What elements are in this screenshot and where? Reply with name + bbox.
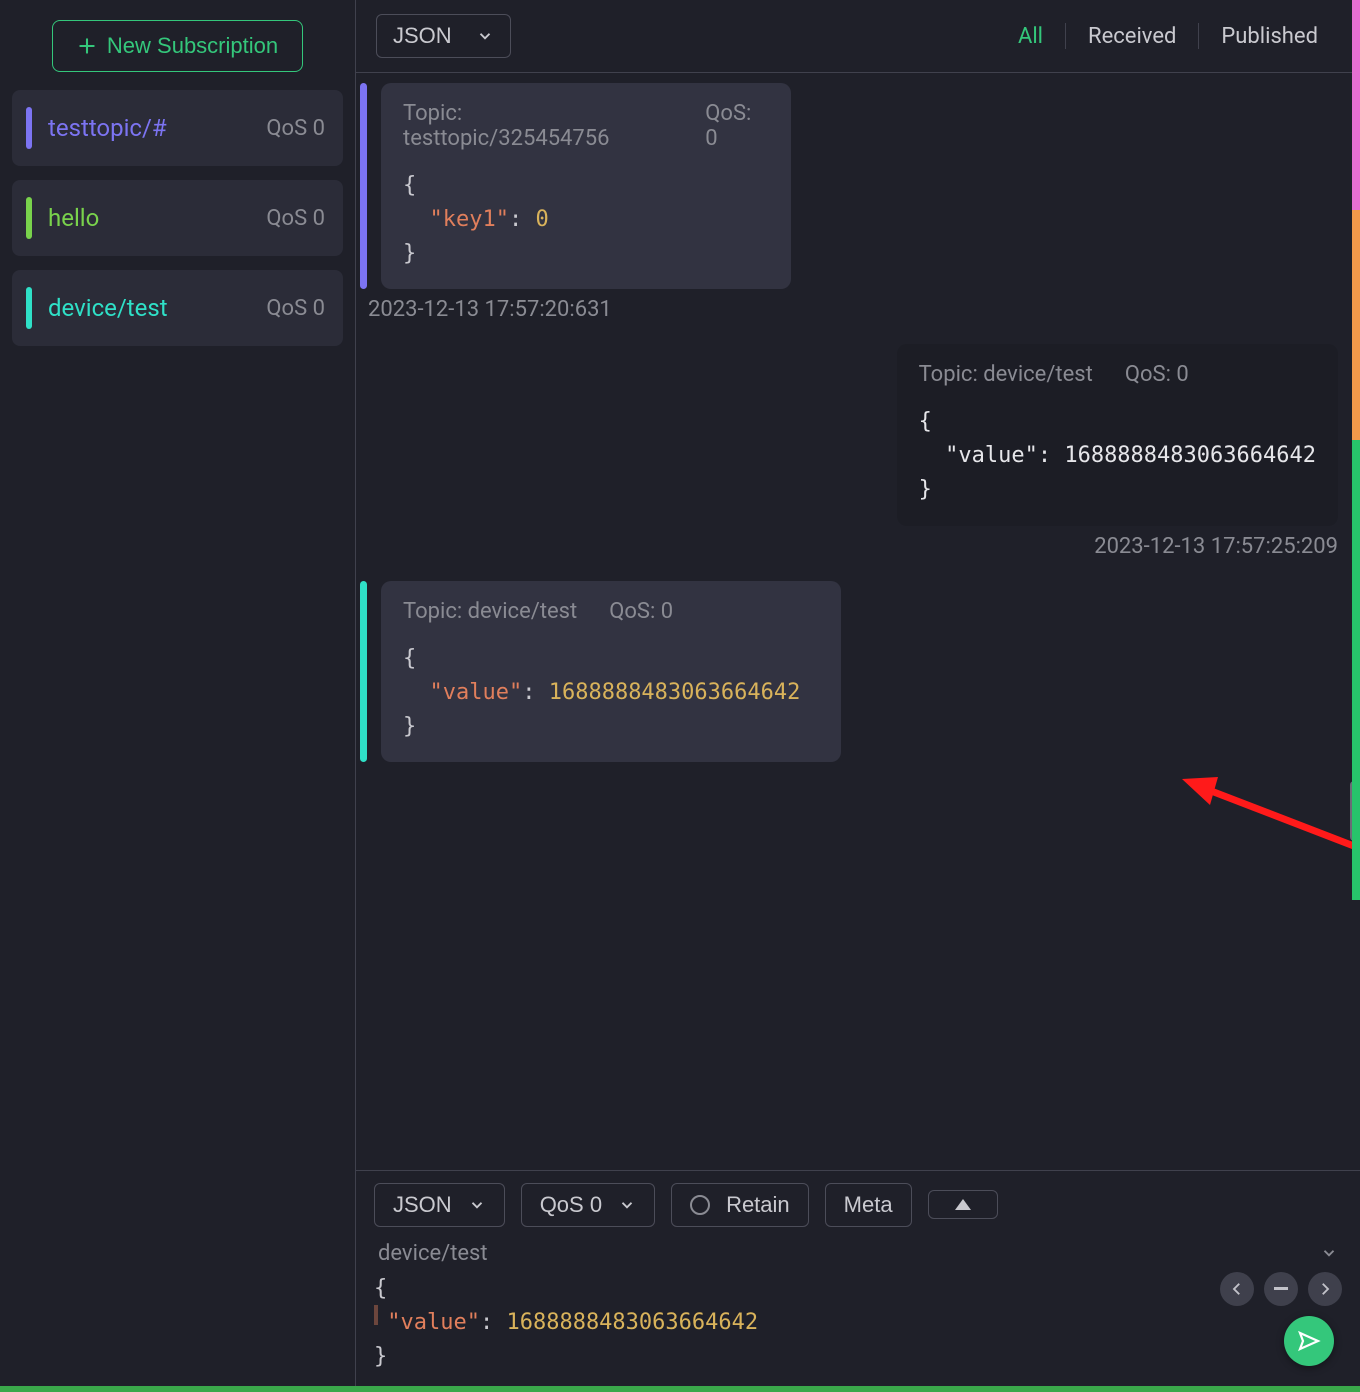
color-bar <box>26 287 32 329</box>
subscription-topic: device/test <box>48 294 266 322</box>
message-body: { "key1": 0 } <box>403 169 769 271</box>
message: Topic: device/test QoS: 0 { "value": 168… <box>360 344 1342 580</box>
history-clear-button[interactable] <box>1264 1272 1298 1306</box>
subscription-item[interactable]: device/test QoS 0 <box>12 270 343 346</box>
message-qos: QoS: 0 <box>609 599 673 624</box>
color-bar <box>26 197 32 239</box>
editor-gutter-mark <box>374 1305 378 1325</box>
message-bubble[interactable]: Topic: device/test QoS: 0 { "value": 168… <box>381 581 841 762</box>
annotation-arrow-icon <box>1182 753 1360 863</box>
received-message: Topic: device/test QoS: 0 { "value": 168… <box>360 581 1342 762</box>
window-edge-strip <box>1352 0 1360 210</box>
filter-all[interactable]: All <box>996 24 1065 49</box>
received-message: Topic: testtopic/325454756 QoS: 0 { "key… <box>360 83 1342 289</box>
compose-format-dropdown[interactable]: JSON <box>374 1183 505 1227</box>
compose-format-value: JSON <box>393 1192 452 1218</box>
sent-message: Topic: device/test QoS: 0 { "value": 168… <box>897 344 1338 525</box>
window-edge-strip <box>1352 210 1360 440</box>
message: Topic: device/test QoS: 0 { "value": 168… <box>360 581 1342 762</box>
message-topic: Topic: testtopic/325454756 <box>403 101 673 151</box>
subscriptions-sidebar: New Subscription testtopic/# QoS 0 hello… <box>0 0 356 1392</box>
topic-stripe <box>360 83 367 289</box>
messages-area[interactable]: Topic: testtopic/325454756 QoS: 0 { "key… <box>356 73 1360 1170</box>
message-header: Topic: device/test QoS: 0 <box>919 362 1316 387</box>
subscription-topic: hello <box>48 204 266 232</box>
format-dropdown-value: JSON <box>393 23 452 49</box>
message-timestamp: 2023-12-13 17:57:20:631 <box>368 297 1342 322</box>
message-topic: Topic: device/test <box>919 362 1093 387</box>
subscription-item[interactable]: testtopic/# QoS 0 <box>12 90 343 166</box>
filter-published[interactable]: Published <box>1199 24 1340 49</box>
topic-stripe <box>360 581 367 762</box>
filter-received[interactable]: Received <box>1066 24 1198 49</box>
chevron-down-icon <box>618 1196 636 1214</box>
message-qos: QoS: 0 <box>705 101 769 151</box>
subscription-qos: QoS 0 <box>266 296 325 321</box>
new-subscription-button[interactable]: New Subscription <box>52 20 303 72</box>
meta-button[interactable]: Meta <box>825 1183 912 1227</box>
message-topic: Topic: device/test <box>403 599 577 624</box>
subscription-topic: testtopic/# <box>48 114 266 142</box>
history-prev-button[interactable] <box>1220 1272 1254 1306</box>
retain-toggle[interactable]: Retain <box>671 1183 809 1227</box>
message-bubble[interactable]: Topic: testtopic/325454756 QoS: 0 { "key… <box>381 83 791 289</box>
chevron-down-icon <box>1320 1244 1338 1262</box>
message-body: { "value": 1688888483063664642 } <box>919 405 1316 507</box>
payload-code: { "value": 1688888483063664642 } <box>374 1272 1342 1374</box>
compose-toolbar: JSON QoS 0 Retain Meta <box>374 1183 1342 1227</box>
send-button[interactable] <box>1284 1316 1334 1366</box>
minus-icon <box>1274 1287 1288 1290</box>
format-dropdown[interactable]: JSON <box>376 14 511 58</box>
message-qos: QoS: 0 <box>1125 362 1189 387</box>
chevron-down-icon <box>468 1196 486 1214</box>
color-bar <box>26 107 32 149</box>
send-icon <box>1297 1329 1321 1353</box>
app-root: New Subscription testtopic/# QoS 0 hello… <box>0 0 1360 1392</box>
expand-button[interactable] <box>928 1190 998 1219</box>
plus-icon <box>77 36 97 56</box>
subscription-qos: QoS 0 <box>266 206 325 231</box>
chevron-down-icon <box>476 27 494 45</box>
compose-qos-dropdown[interactable]: QoS 0 <box>521 1183 655 1227</box>
main-panel: JSON All Received Published Topic: testt… <box>356 0 1360 1392</box>
triangle-up-icon <box>955 1199 971 1210</box>
editor-history-buttons <box>1220 1272 1342 1306</box>
message-header: Topic: testtopic/325454756 QoS: 0 <box>403 101 769 151</box>
message-header: Topic: device/test QoS: 0 <box>403 599 819 624</box>
message: Topic: testtopic/325454756 QoS: 0 { "key… <box>360 83 1342 344</box>
radio-icon <box>690 1195 710 1215</box>
history-next-button[interactable] <box>1308 1272 1342 1306</box>
payload-editor[interactable]: { "value": 1688888483063664642 } <box>374 1272 1342 1374</box>
compose-topic-row[interactable]: device/test <box>374 1227 1342 1272</box>
window-bottom-bar <box>0 1386 1360 1392</box>
new-subscription-label: New Subscription <box>107 33 278 59</box>
message-timestamp: 2023-12-13 17:57:25:209 <box>360 534 1338 559</box>
compose-panel: JSON QoS 0 Retain Meta <box>356 1170 1360 1392</box>
retain-label: Retain <box>726 1192 790 1218</box>
subscription-item[interactable]: hello QoS 0 <box>12 180 343 256</box>
message-filter-tabs: All Received Published <box>996 23 1340 49</box>
message-body: { "value": 1688888483063664642 } <box>403 642 819 744</box>
compose-qos-value: QoS 0 <box>540 1192 602 1218</box>
subscription-qos: QoS 0 <box>266 116 325 141</box>
message-bubble[interactable]: Topic: device/test QoS: 0 { "value": 168… <box>897 344 1338 525</box>
meta-label: Meta <box>844 1192 893 1218</box>
subscription-list: testtopic/# QoS 0 hello QoS 0 device/tes… <box>12 90 343 346</box>
messages-topbar: JSON All Received Published <box>356 0 1360 73</box>
window-edge-strip <box>1352 440 1360 900</box>
compose-topic: device/test <box>378 1241 488 1266</box>
